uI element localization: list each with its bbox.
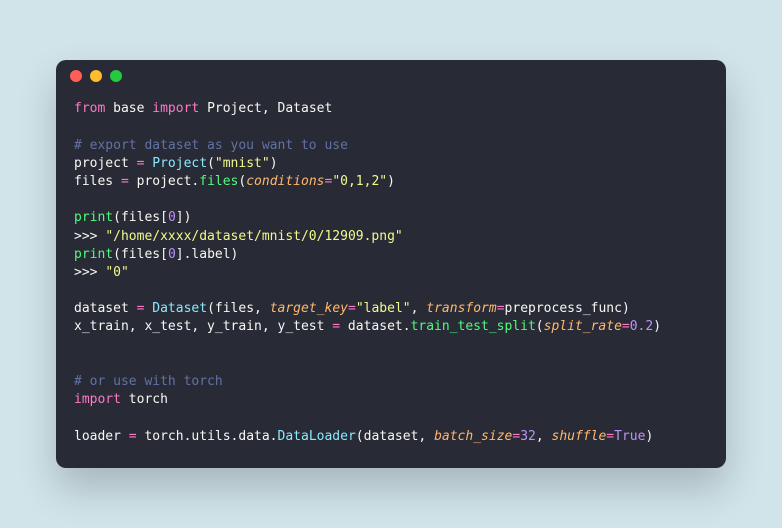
op-eq: =	[512, 429, 520, 444]
param-conditions: conditions	[246, 174, 324, 189]
fn-print: print	[74, 210, 113, 225]
op-eq: =	[121, 174, 129, 189]
paren: (	[536, 319, 544, 334]
string-label: "label"	[356, 301, 411, 316]
var-loader: loader	[74, 429, 129, 444]
module-torch: torch	[121, 392, 168, 407]
code-block: from base import Project, Dataset # expo…	[56, 92, 726, 468]
param-batch-size: batch_size	[434, 429, 512, 444]
window-titlebar	[56, 60, 726, 92]
num-batch: 32	[520, 429, 536, 444]
fn-print: print	[74, 247, 113, 262]
paren: (	[207, 156, 215, 171]
keyword-import: import	[152, 101, 199, 116]
expr: (files[	[113, 210, 168, 225]
paren: )	[653, 319, 661, 334]
code-window: from base import Project, Dataset # expo…	[56, 60, 726, 468]
class-dataloader: DataLoader	[278, 429, 356, 444]
repl-prompt: >>>	[74, 229, 105, 244]
expr: preprocess_func)	[505, 301, 630, 316]
param-transform: transform	[426, 301, 496, 316]
expr: torch.utils.data.	[137, 429, 278, 444]
var-dataset: dataset	[74, 301, 137, 316]
comment: # or use with torch	[74, 374, 223, 389]
var-project: project	[74, 156, 137, 171]
keyword-import: import	[74, 392, 121, 407]
param-shuffle: shuffle	[552, 429, 607, 444]
class-project: Project	[152, 156, 207, 171]
comma: ,	[411, 301, 427, 316]
string-cond: "0,1,2"	[332, 174, 387, 189]
expr: (files,	[207, 301, 270, 316]
paren: )	[645, 429, 653, 444]
vars-split: x_train, x_test, y_train, y_test	[74, 319, 332, 334]
expr: ].label)	[176, 247, 239, 262]
minimize-icon[interactable]	[90, 70, 102, 82]
op-eq: =	[622, 319, 630, 334]
keyword-from: from	[74, 101, 105, 116]
expr: ])	[176, 210, 192, 225]
var-files: files	[74, 174, 121, 189]
num-rate: 0.2	[630, 319, 653, 334]
fn-train-test-split: train_test_split	[411, 319, 536, 334]
paren: )	[387, 174, 395, 189]
repl-prompt: >>>	[74, 265, 105, 280]
op-eq: =	[497, 301, 505, 316]
module-name: base	[105, 101, 152, 116]
op-eq: =	[129, 429, 137, 444]
string-mnist: "mnist"	[215, 156, 270, 171]
comment: # export dataset as you want to use	[74, 138, 348, 153]
expr: project.	[129, 174, 199, 189]
param-split-rate: split_rate	[544, 319, 622, 334]
op-eq: =	[606, 429, 614, 444]
expr: (files[	[113, 247, 168, 262]
string-zero: "0"	[105, 265, 128, 280]
paren: )	[270, 156, 278, 171]
maximize-icon[interactable]	[110, 70, 122, 82]
expr: (dataset,	[356, 429, 434, 444]
num-zero: 0	[168, 247, 176, 262]
string-path: "/home/xxxx/dataset/mnist/0/12909.png"	[105, 229, 402, 244]
class-dataset: Dataset	[152, 301, 207, 316]
param-target-key: target_key	[270, 301, 348, 316]
fn-files: files	[199, 174, 238, 189]
const-true: True	[614, 429, 645, 444]
op-eq: =	[348, 301, 356, 316]
expr: dataset.	[340, 319, 410, 334]
close-icon[interactable]	[70, 70, 82, 82]
op-eq: =	[332, 319, 340, 334]
comma: ,	[536, 429, 552, 444]
import-names: Project, Dataset	[199, 101, 332, 116]
num-zero: 0	[168, 210, 176, 225]
